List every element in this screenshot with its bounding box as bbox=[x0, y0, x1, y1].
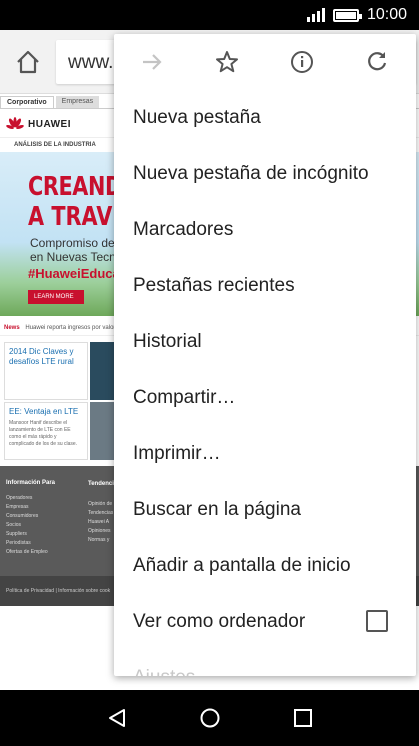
battery-icon bbox=[332, 8, 362, 22]
site-tab-empresas[interactable]: Empresas bbox=[55, 96, 100, 108]
system-nav-bar bbox=[0, 690, 419, 746]
footer-link[interactable]: Tendencias bbox=[88, 509, 113, 518]
menu-item-new-tab[interactable]: Nueva pestaña bbox=[133, 90, 403, 146]
footer-link[interactable]: Huawei A bbox=[88, 518, 113, 527]
huawei-logo-icon[interactable] bbox=[6, 117, 24, 131]
menu-item-add-to-home[interactable]: Añadir a pantalla de inicio bbox=[133, 538, 403, 594]
clock: 10:00 bbox=[366, 6, 407, 23]
brand-name: HUAWEI bbox=[28, 119, 71, 130]
menu-item-new-incognito-tab[interactable]: Nueva pestaña de incógnito bbox=[133, 146, 403, 202]
banner-subtitle: Compromiso de H en Nuevas Tecnol bbox=[30, 236, 127, 264]
info-icon[interactable] bbox=[288, 48, 316, 76]
home-circle-icon[interactable] bbox=[199, 707, 221, 729]
menu-item-share[interactable]: Compartir… bbox=[133, 370, 403, 426]
forward-icon[interactable] bbox=[138, 48, 166, 76]
footer-links: Operadores Empresas Consumidores Socios … bbox=[6, 494, 48, 557]
desktop-site-checkbox[interactable] bbox=[366, 610, 388, 632]
footer-link[interactable]: Periodistas bbox=[6, 539, 48, 548]
card-title: EE: Ventaja en LTE bbox=[9, 407, 79, 416]
reload-icon[interactable] bbox=[363, 48, 391, 76]
menu-item-settings[interactable]: Ajustes bbox=[133, 650, 403, 676]
menu-item-print[interactable]: Imprimir… bbox=[133, 426, 403, 482]
learn-more-button[interactable]: LEARN MORE bbox=[28, 290, 84, 304]
footer-heading: Información Para bbox=[6, 480, 56, 486]
footer-link[interactable]: Socios bbox=[6, 521, 48, 530]
back-icon[interactable] bbox=[106, 707, 128, 729]
footer-link[interactable]: Opiniones bbox=[88, 527, 113, 536]
footer-link[interactable]: Consumidores bbox=[6, 512, 48, 521]
news-label: News bbox=[4, 325, 20, 331]
card-image[interactable] bbox=[90, 402, 116, 460]
footer-link[interactable]: Operadores bbox=[6, 494, 48, 503]
banner-sub-line2: en Nuevas Tecnol bbox=[30, 250, 126, 264]
footer-link[interactable]: Empresas bbox=[6, 503, 48, 512]
footer-link[interactable]: Suppliers bbox=[6, 530, 48, 539]
status-bar: 10:00 bbox=[0, 0, 419, 30]
menu-item-desktop-site[interactable]: Ver como ordenador bbox=[133, 594, 403, 650]
menu-item-recent-tabs[interactable]: Pestañas recientes bbox=[133, 258, 403, 314]
site-nav-item-analisis[interactable]: ANÁLISIS DE LA INDUSTRIA bbox=[14, 142, 96, 148]
card-image[interactable] bbox=[90, 342, 116, 400]
overflow-menu: Nueva pestaña Nueva pestaña de incógnito… bbox=[114, 34, 416, 676]
banner-sub-line1: Compromiso de H bbox=[30, 236, 127, 250]
card-title: 2014 Dic Claves y desafíos LTE rural bbox=[9, 347, 74, 366]
menu-item-bookmarks[interactable]: Marcadores bbox=[133, 202, 403, 258]
bookmark-star-icon[interactable] bbox=[213, 48, 241, 76]
menu-item-history[interactable]: Historial bbox=[133, 314, 403, 370]
footer-links: Opinión de Tendencias Huawei A Opiniones… bbox=[88, 500, 113, 545]
news-card[interactable]: 2014 Dic Claves y desafíos LTE rural bbox=[4, 342, 88, 400]
signal-icon bbox=[306, 8, 325, 22]
footer-link[interactable]: Opinión de bbox=[88, 500, 113, 509]
menu-icon-row bbox=[114, 34, 416, 90]
site-tabs: Corporativo Empresas bbox=[0, 96, 101, 108]
menu-item-find-in-page[interactable]: Buscar en la página bbox=[133, 482, 403, 538]
card-text: Mansoor Hanif describe el lanzamiento de… bbox=[9, 420, 78, 447]
recents-icon[interactable] bbox=[292, 707, 314, 729]
footer-link[interactable]: Ofertas de Empleo bbox=[6, 548, 48, 557]
status-icons: 10:00 bbox=[306, 6, 407, 24]
home-icon[interactable] bbox=[14, 48, 42, 76]
footer-link[interactable]: Normas y bbox=[88, 536, 113, 545]
news-card[interactable]: EE: Ventaja en LTE Mansoor Hanif describ… bbox=[4, 402, 88, 460]
site-tab-corporativo[interactable]: Corporativo bbox=[0, 96, 54, 108]
